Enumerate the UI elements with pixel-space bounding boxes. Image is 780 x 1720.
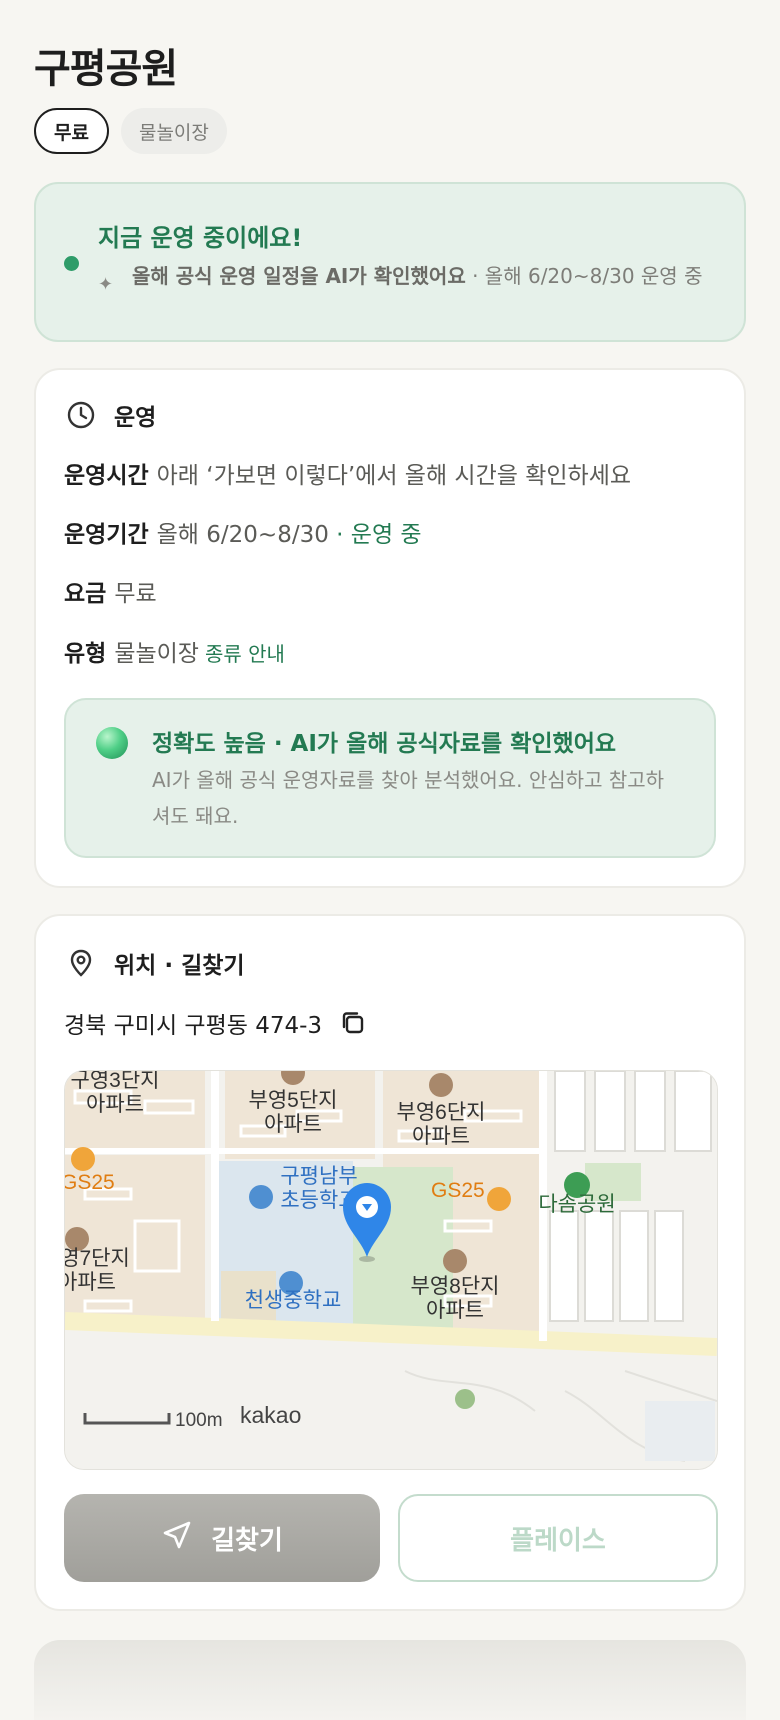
accuracy-box: 정확도 높음 · AI가 올해 공식자료를 확인했어요 AI가 올해 공식 운영…	[64, 698, 716, 858]
status-subtitle: 올해 공식 운영 일정을 AI가 확인했어요 · 올해 6/20~8/30 운영…	[132, 262, 722, 291]
place-button[interactable]: 플레이스	[398, 1494, 718, 1582]
fee-value: 무료	[114, 581, 157, 607]
location-map[interactable]: 구영3단지 아파트 부영5단지 아파트 부영6단지 아파트 영7단지 아파트 부…	[64, 1070, 718, 1470]
location-header-label: 위치 · 길찾기	[114, 953, 245, 979]
accuracy-title: 정확도 높음 · AI가 올해 공식자료를 확인했어요	[152, 731, 617, 757]
operation-header-label: 운영	[114, 405, 157, 431]
map-label-gs-right: GS25	[431, 1179, 485, 1202]
map-label-apt8b: 아파트	[426, 1299, 484, 1322]
route-button[interactable]: 길찾기	[64, 1494, 380, 1582]
map-label-apt3: 구영3단지	[71, 1071, 160, 1092]
type-value: 물놀이장	[114, 641, 199, 667]
operation-card: 운영 운영시간 아래 ‘가보면 이렇다’에서 올해 시간을 확인하세요 운영기간 올…	[34, 368, 746, 888]
map-label-apt6b: 아파트	[412, 1125, 470, 1148]
location-header: 위치 · 길찾기	[66, 946, 245, 980]
address-row: 경북 구미시 구평동 474-3	[64, 1006, 368, 1040]
ai-note: 올해 공식 운영 일정을 AI가 확인했어요	[132, 264, 466, 288]
navigation-arrow-icon	[161, 1519, 193, 1558]
map-label-school2: 천생중학교	[245, 1289, 342, 1312]
row-fee: 요금 무료	[64, 574, 157, 608]
ai-orb-icon	[96, 727, 128, 759]
map-scale: 100m	[175, 1410, 223, 1431]
map-label-apt3b: 아파트	[86, 1093, 144, 1116]
type-label: 유형	[64, 641, 107, 667]
map-label-apt6: 부영6단지	[397, 1101, 486, 1124]
map-label-apt7: 영7단지	[65, 1247, 130, 1270]
tag-chips: 무료 물놀이장	[34, 108, 227, 154]
operating-status-card: 지금 운영 중이에요! ✦ 올해 공식 운영 일정을 AI가 확인했어요 · 올…	[34, 182, 746, 342]
operation-header: 운영	[66, 398, 156, 432]
kakao-logo: kakao	[240, 1402, 301, 1428]
status-title: 지금 운영 중이에요!	[98, 224, 303, 252]
sparkle-icon: ✦	[98, 274, 114, 295]
location-pin-icon	[66, 948, 96, 978]
address-text: 경북 구미시 구평동 474-3	[64, 1013, 323, 1039]
clock-icon	[66, 400, 96, 430]
copy-icon[interactable]	[338, 1008, 368, 1038]
period-note: · 올해 6/20~8/30 운영 중	[472, 264, 703, 288]
map-label-apt7b: 아파트	[65, 1271, 116, 1294]
accuracy-desc: AI가 올해 공식 운영자료를 찾아 분석했어요. 안심하고 참고하셔도 돼요.	[152, 768, 665, 828]
fee-label: 요금	[64, 581, 107, 607]
page-title: 구평공원	[34, 46, 178, 92]
map-label-school1: 구평남부	[280, 1165, 357, 1188]
next-card	[34, 1640, 746, 1720]
period-value: 올해 6/20~8/30	[156, 522, 329, 548]
period-status: · 운영 중	[336, 522, 422, 548]
map-label-park: 다솜공원	[538, 1193, 615, 1216]
chip-water-play[interactable]: 물놀이장	[120, 108, 227, 154]
hours-label: 운영시간	[64, 463, 149, 489]
map-label-gs-left: GS25	[65, 1171, 115, 1194]
row-period: 운영기간 올해 6/20~8/30 · 운영 중	[64, 515, 422, 549]
row-hours: 운영시간 아래 ‘가보면 이렇다’에서 올해 시간을 확인하세요	[64, 456, 631, 490]
period-label: 운영기간	[64, 522, 149, 548]
row-type: 유형 물놀이장 종류 안내	[64, 634, 285, 668]
hours-value: 아래 ‘가보면 이렇다’에서 올해 시간을 확인하세요	[156, 463, 632, 489]
map-label-apt8: 부영8단지	[411, 1275, 500, 1298]
status-dot	[64, 256, 79, 271]
chip-free[interactable]: 무료	[34, 108, 109, 154]
route-button-label: 길찾기	[211, 1525, 283, 1556]
location-card: 위치 · 길찾기 경북 구미시 구평동 474-3 구영3단지 아파트 부영5단…	[34, 914, 746, 1611]
type-guide-link[interactable]: 종류 안내	[205, 642, 285, 666]
place-detail-page: 구평공원 무료 물놀이장 지금 운영 중이에요! ✦ 올해 공식 운영 일정을 …	[0, 0, 780, 1720]
map-label-apt5: 부영5단지	[249, 1089, 338, 1112]
map-label-apt5b: 아파트	[264, 1113, 322, 1136]
